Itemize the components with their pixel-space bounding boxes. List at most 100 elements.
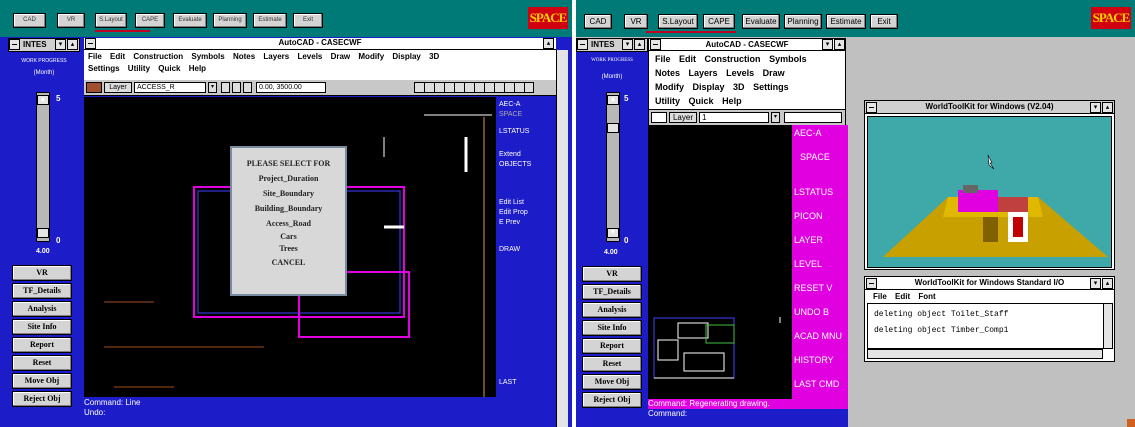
progress-slider[interactable]: ▲: [36, 92, 50, 242]
maximize-icon[interactable]: ▴: [634, 39, 645, 50]
side-menu-space[interactable]: SPACE: [800, 152, 830, 162]
side-menu-acad-mnu[interactable]: ACAD MNU: [794, 331, 842, 341]
menu-layers[interactable]: Layers: [263, 52, 289, 61]
option-access-road[interactable]: Access_Road: [232, 216, 345, 231]
report-button[interactable]: Report: [582, 338, 642, 354]
side-menu-last[interactable]: LAST: [499, 378, 517, 388]
cape-button[interactable]: CAPE: [135, 13, 165, 28]
estimate-button[interactable]: Estimate: [826, 14, 866, 29]
reset-button[interactable]: Reset: [12, 355, 72, 371]
menu-construction[interactable]: Construction: [133, 52, 183, 61]
menu-notes[interactable]: Notes: [655, 68, 680, 78]
menu-draw[interactable]: Draw: [331, 52, 351, 61]
grid-toggle[interactable]: [243, 82, 252, 93]
exit-button[interactable]: Exit: [293, 13, 323, 28]
menu-modify[interactable]: Modify: [358, 52, 384, 61]
system-menu-icon[interactable]: [9, 39, 20, 50]
slayout-button[interactable]: S.Layout: [95, 13, 127, 28]
menu-utility[interactable]: Utility: [655, 96, 680, 106]
snap-toggle[interactable]: [232, 82, 241, 93]
move-obj-button[interactable]: Move Obj: [12, 373, 72, 389]
tool-icon-strip[interactable]: [414, 82, 534, 93]
progress-slider[interactable]: ▲ ▼: [606, 92, 620, 242]
planning-button[interactable]: Planning: [213, 13, 247, 28]
autocad-maximize-icon[interactable]: ▴: [834, 39, 845, 50]
reject-obj-button[interactable]: Reject Obj: [12, 391, 72, 407]
vr-side-button[interactable]: VR: [582, 266, 642, 282]
maximize-icon[interactable]: ▴: [67, 39, 78, 50]
option-cars[interactable]: Cars: [232, 231, 345, 243]
menu-settings[interactable]: Settings: [753, 82, 789, 92]
menu-construction[interactable]: Construction: [705, 54, 761, 64]
side-menu-lstatus[interactable]: LSTATUS: [794, 187, 833, 197]
menu-quick[interactable]: Quick: [158, 64, 180, 73]
drawing-canvas[interactable]: [648, 125, 792, 399]
menu-levels[interactable]: Levels: [297, 52, 322, 61]
layer-button[interactable]: Layer: [104, 82, 132, 93]
vertical-scrollbar[interactable]: [556, 50, 568, 427]
slayout-button[interactable]: S.Layout: [658, 14, 698, 29]
vr-button[interactable]: VR: [57, 13, 85, 28]
layer-field[interactable]: 1: [699, 112, 769, 123]
analysis-button[interactable]: Analysis: [582, 302, 642, 318]
slider-up-arrow[interactable]: ▲: [607, 95, 619, 105]
option-building-boundary[interactable]: Building_Boundary: [232, 201, 345, 216]
side-menu-edit-list[interactable]: Edit List: [499, 198, 524, 208]
menu-display[interactable]: Display: [392, 52, 420, 61]
layer-field[interactable]: ACCESS_R: [134, 82, 206, 93]
side-menu-picon[interactable]: PICON: [794, 211, 823, 221]
side-menu-edit-prop[interactable]: Edit Prop: [499, 208, 528, 218]
io-menu-file[interactable]: File: [873, 292, 887, 301]
menu-modify[interactable]: Modify: [655, 82, 684, 92]
ortho-toggle[interactable]: [221, 82, 230, 93]
layer-dropdown-icon[interactable]: ▾: [208, 82, 217, 93]
minimize-icon[interactable]: ▾: [622, 39, 633, 50]
cad-button[interactable]: CAD: [584, 14, 612, 29]
menu-settings[interactable]: Settings: [88, 64, 120, 73]
menu-3d[interactable]: 3D: [429, 52, 439, 61]
wtk-system-icon[interactable]: [866, 102, 877, 113]
menu-file[interactable]: File: [88, 52, 102, 61]
wtk-maximize-icon[interactable]: ▴: [1102, 102, 1113, 113]
command-line[interactable]: Command: Regenerating drawing. Command:: [648, 399, 848, 427]
side-menu-lstatus[interactable]: LSTATUS: [499, 127, 529, 137]
site-info-button[interactable]: Site Info: [12, 319, 72, 335]
io-output-area[interactable]: deleting object Toilet_Staff deleting ob…: [867, 303, 1105, 349]
wtk-minimize-icon[interactable]: ▾: [1090, 102, 1101, 113]
side-menu-history[interactable]: HISTORY: [794, 355, 834, 365]
analysis-button[interactable]: Analysis: [12, 301, 72, 317]
menu-display[interactable]: Display: [693, 82, 725, 92]
report-button[interactable]: Report: [12, 337, 72, 353]
menu-edit[interactable]: Edit: [110, 52, 125, 61]
exit-button[interactable]: Exit: [870, 14, 898, 29]
autocad-maximize-icon[interactable]: ▴: [543, 38, 554, 49]
command-line[interactable]: Command: Line Undo:: [84, 398, 556, 427]
slider-up-arrow[interactable]: ▲: [37, 95, 49, 105]
cad-button[interactable]: CAD: [13, 13, 46, 28]
menu-draw[interactable]: Draw: [763, 68, 785, 78]
color-swatch[interactable]: [86, 82, 102, 93]
autocad-system-icon[interactable]: [85, 38, 96, 49]
slider-thumb[interactable]: [607, 123, 619, 133]
menu-symbols[interactable]: Symbols: [191, 52, 224, 61]
io-horizontal-scrollbar[interactable]: [867, 349, 1103, 359]
side-menu-last-cmd[interactable]: LAST CMD: [794, 379, 839, 389]
system-menu-icon[interactable]: [577, 39, 588, 50]
minimize-icon[interactable]: ▾: [55, 39, 66, 50]
menu-notes[interactable]: Notes: [233, 52, 255, 61]
io-menu-font[interactable]: Font: [918, 292, 935, 301]
cape-button[interactable]: CAPE: [703, 14, 735, 29]
vr-side-button[interactable]: VR: [12, 265, 72, 281]
menu-help[interactable]: Help: [722, 96, 742, 106]
menu-help[interactable]: Help: [189, 64, 206, 73]
menu-layers[interactable]: Layers: [689, 68, 718, 78]
menu-levels[interactable]: Levels: [726, 68, 754, 78]
vr-button[interactable]: VR: [624, 14, 648, 29]
wtk-io-minimize-icon[interactable]: ▾: [1090, 278, 1101, 289]
tf-details-button[interactable]: TF_Details: [582, 284, 642, 300]
estimate-button[interactable]: Estimate: [253, 13, 287, 28]
color-swatch[interactable]: [651, 112, 667, 123]
io-menu-edit[interactable]: Edit: [895, 292, 910, 301]
tf-details-button[interactable]: TF_Details: [12, 283, 72, 299]
move-obj-button[interactable]: Move Obj: [582, 374, 642, 390]
